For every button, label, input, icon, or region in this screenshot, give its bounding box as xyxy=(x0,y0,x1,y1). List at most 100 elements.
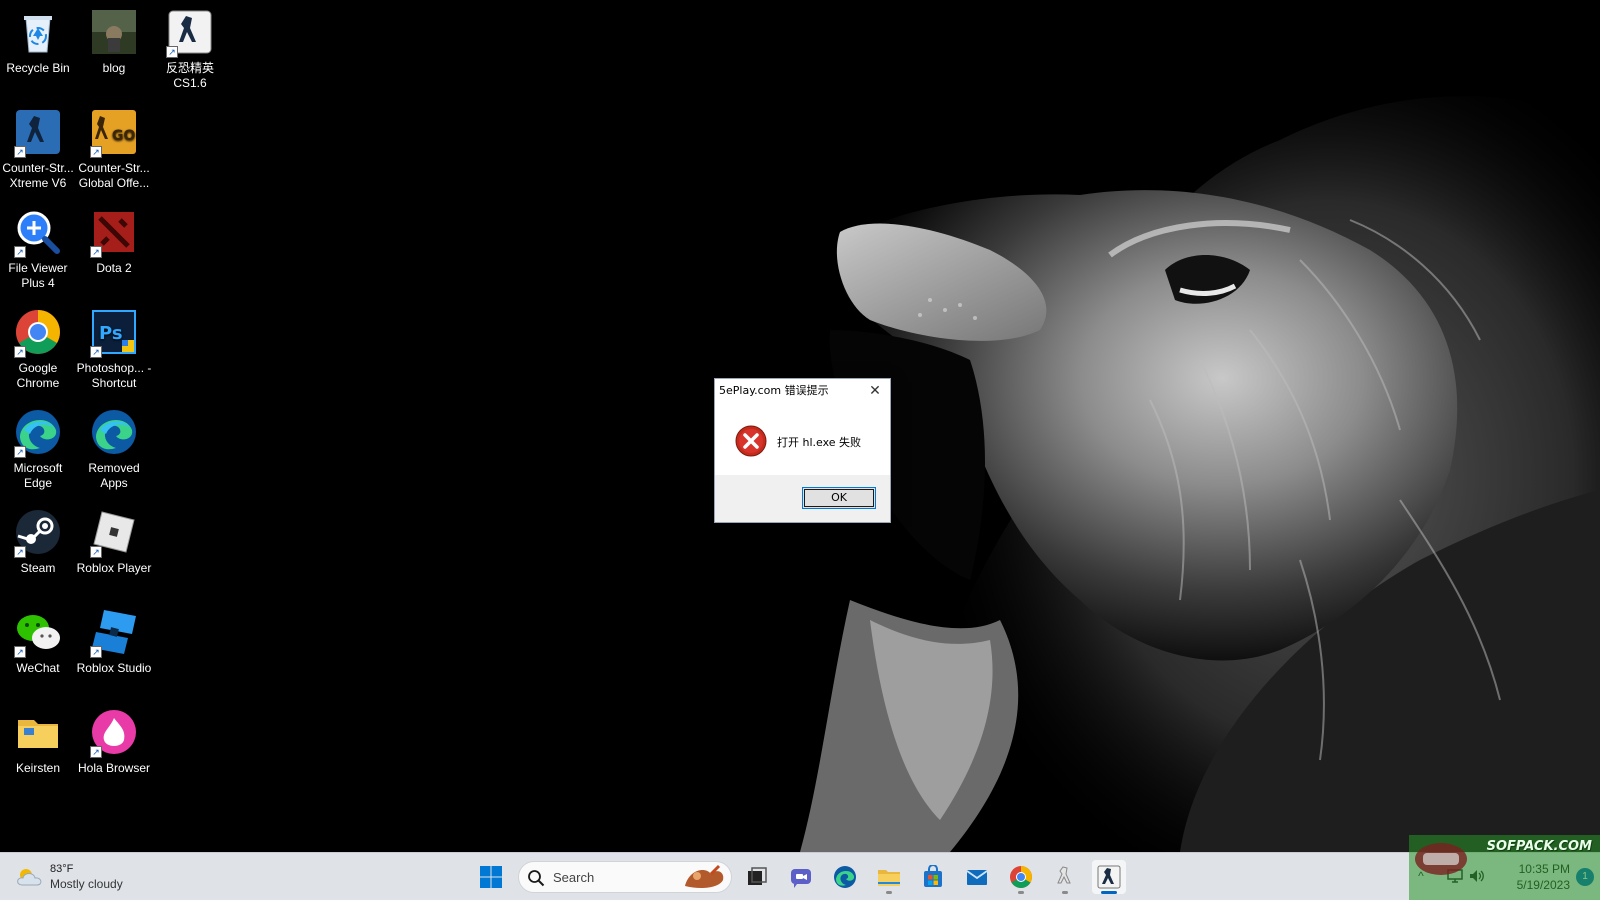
dialog-footer: OK xyxy=(715,475,890,522)
desktop-icon-photoshop[interactable]: Ps ↗ Photoshop... - Shortcut xyxy=(76,300,152,391)
running-indicator xyxy=(1062,891,1068,894)
chevron-up-icon: ^ xyxy=(1418,869,1424,883)
volume-icon[interactable] xyxy=(1468,867,1486,885)
desktop-icon-label: Hola Browser xyxy=(77,761,151,775)
desktop-icon-label: blog xyxy=(102,61,126,75)
desktop-icon-blog[interactable]: blog xyxy=(76,0,152,76)
desktop-icon-label: WeChat xyxy=(16,661,60,675)
search-placeholder: Search xyxy=(553,870,595,885)
desktop-icon-label: Dota 2 xyxy=(96,261,132,275)
store-icon xyxy=(924,865,942,887)
taskbar: 83°F Mostly cloudy Search ^ 10:35 PM 5/1… xyxy=(0,852,1600,900)
error-dialog: 5ePlay.com 错误提示 ✕ 打开 hl.exe 失败 OK xyxy=(714,378,891,523)
taskbar-task-view[interactable] xyxy=(740,860,774,894)
taskbar-file-explorer[interactable] xyxy=(872,860,906,894)
desktop-icon-label: Roblox Player xyxy=(76,561,152,575)
dialog-titlebar[interactable]: 5ePlay.com 错误提示 ✕ xyxy=(715,379,890,403)
desktop-icon-removed-apps[interactable]: Removed Apps xyxy=(76,400,152,491)
desktop-icon-recycle-bin[interactable]: Recycle Bin xyxy=(0,0,76,76)
cs16-icon: ↗ xyxy=(166,8,214,58)
clock-time: 10:35 PM xyxy=(1518,862,1570,876)
show-hidden-icons-button[interactable]: ^ xyxy=(1412,867,1430,885)
recycle-bin-icon xyxy=(14,8,62,56)
desktop-icon-hola-browser[interactable]: ↗ Hola Browser xyxy=(76,700,152,776)
desktop-icon-label: Counter-Str... Xtreme V6 xyxy=(2,161,74,190)
taskbar-meet[interactable] xyxy=(784,860,818,894)
clock-date: 5/19/2023 xyxy=(1516,878,1570,892)
desktop-icon-steam[interactable]: ↗ Steam xyxy=(0,500,76,576)
error-icon xyxy=(735,425,767,457)
desktop-icon-cs-xtreme[interactable]: ↗ Counter-Str... Xtreme V6 xyxy=(0,100,76,191)
dota2-icon: ↗ xyxy=(90,208,138,258)
mail-icon xyxy=(966,870,988,885)
desktop-icon-label: Photoshop... - Shortcut xyxy=(76,361,152,390)
photoshop-icon: Ps ↗ xyxy=(90,308,138,358)
cs16-icon xyxy=(1097,865,1121,889)
edge-icon xyxy=(90,408,138,456)
cs-xtreme-icon: ↗ xyxy=(14,108,62,158)
desktop-icon-label: Removed Apps xyxy=(88,461,140,490)
teams-chat-icon xyxy=(791,869,811,888)
running-indicator xyxy=(886,891,892,894)
system-tray: ^ 10:35 PM 5/19/2023 1 xyxy=(1406,853,1600,900)
folder-icon xyxy=(878,870,900,886)
desktop-icon-google-chrome[interactable]: ↗ Google Chrome xyxy=(0,300,76,391)
search-icon xyxy=(528,870,545,887)
start-button[interactable] xyxy=(474,860,508,894)
desktop-icon-roblox-studio[interactable]: ↗ Roblox Studio xyxy=(76,600,152,676)
windows-icon xyxy=(480,866,502,888)
taskbar-cs16[interactable] xyxy=(1092,860,1126,894)
desktop-icon-label: Steam xyxy=(20,561,56,575)
chrome-icon: ↗ xyxy=(14,308,62,358)
desktop-icon-label: File Viewer Plus 4 xyxy=(8,261,68,290)
desktop-icon-keirsten[interactable]: Keirsten xyxy=(0,700,76,776)
cs-xtreme-icon xyxy=(1057,866,1071,884)
desktop-icon-file-viewer[interactable]: ↗ File Viewer Plus 4 xyxy=(0,200,76,291)
folder-icon xyxy=(14,708,62,756)
edge-icon xyxy=(834,866,856,888)
desktop-icon-csgo[interactable]: GO ↗ Counter-Str... Global Offe... xyxy=(76,100,152,191)
desktop-icon-label: Keirsten xyxy=(15,761,61,775)
taskbar-cs-xtreme[interactable] xyxy=(1048,860,1082,894)
desktop-icon-label: 反恐精英 CS1.6 xyxy=(165,61,214,90)
running-indicator xyxy=(1018,891,1024,894)
taskbar-mail[interactable] xyxy=(960,860,994,894)
hola-icon: ↗ xyxy=(90,708,138,758)
taskbar-search-box[interactable]: Search xyxy=(518,861,732,893)
dialog-title: 5ePlay.com 错误提示 xyxy=(719,384,829,397)
svg-text:GO: GO xyxy=(112,128,135,144)
weather-temperature: 83°F xyxy=(50,863,74,875)
network-icon[interactable] xyxy=(1446,867,1464,885)
desktop-icon-wechat[interactable]: ↗ WeChat xyxy=(0,600,76,676)
dialog-message: 打开 hl.exe 失败 xyxy=(777,436,862,449)
desktop-icon-dota2[interactable]: ↗ Dota 2 xyxy=(76,200,152,276)
cloudy-weather-icon xyxy=(17,869,42,886)
steam-icon: ↗ xyxy=(14,508,62,558)
chrome-icon xyxy=(1010,866,1032,888)
active-indicator xyxy=(1101,891,1117,894)
desktop-icon-roblox-player[interactable]: ↗ Roblox Player xyxy=(76,500,152,576)
ok-button[interactable]: OK xyxy=(802,487,876,509)
desktop-icon-label: Counter-Str... Global Offe... xyxy=(78,161,150,190)
desktop-icon-microsoft-edge[interactable]: ↗ Microsoft Edge xyxy=(0,400,76,491)
taskbar-chrome[interactable] xyxy=(1004,860,1038,894)
weather-condition: Mostly cloudy xyxy=(50,877,123,891)
dialog-body: 打开 hl.exe 失败 xyxy=(715,403,890,475)
task-view-icon xyxy=(748,867,767,885)
taskbar-edge[interactable] xyxy=(828,860,862,894)
edge-icon: ↗ xyxy=(14,408,62,458)
search-highlight-art-icon xyxy=(685,864,724,888)
desktop-icon-label: Roblox Studio xyxy=(76,661,152,675)
close-button[interactable]: ✕ xyxy=(866,382,884,400)
clock[interactable]: 10:35 PM 5/19/2023 xyxy=(1494,861,1570,893)
roblox-studio-icon: ↗ xyxy=(90,608,138,658)
taskbar-store[interactable] xyxy=(916,860,950,894)
close-icon: ✕ xyxy=(869,383,881,399)
desktop-icon-cs16[interactable]: ↗ 反恐精英 CS1.6 xyxy=(152,0,228,91)
roblox-player-icon: ↗ xyxy=(90,508,138,558)
folder-photo-icon xyxy=(90,8,138,56)
weather-widget[interactable]: 83°F Mostly cloudy xyxy=(14,860,123,894)
svg-text:Ps: Ps xyxy=(99,323,123,344)
notification-badge[interactable]: 1 xyxy=(1576,868,1594,886)
desktop-icon-label: Microsoft Edge xyxy=(13,461,63,490)
